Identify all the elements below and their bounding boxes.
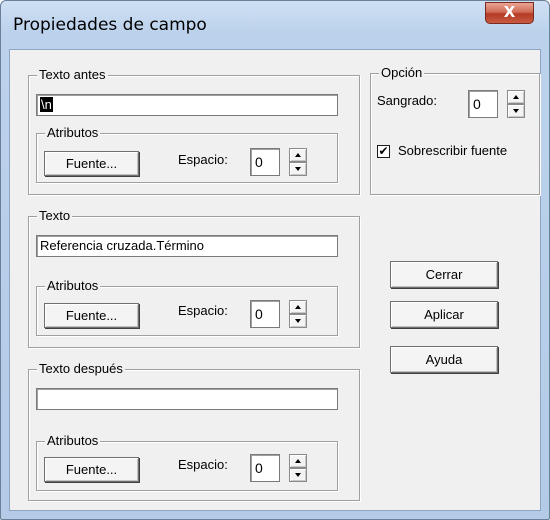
texto-despues-spacing-label: Espacio: [178,457,228,472]
group-opcion-legend: Opción [379,65,425,81]
texto-spacing-field[interactable]: 0 [250,300,280,328]
spin-up-button[interactable] [507,90,525,104]
texto-despues-spacing-field[interactable]: 0 [250,454,280,482]
texto-spacing-label: Espacio: [178,303,228,318]
texto-despues-spacing-spinner[interactable] [289,454,307,482]
group-texto-antes: Texto antes \n Atributos Fuente... Espac… [28,67,360,195]
spin-up-button[interactable] [289,300,307,314]
overwrite-font-label[interactable]: Sobrescribir fuente [398,143,507,158]
texto-antes-spacing-label: Espacio: [178,152,228,167]
cerrar-button[interactable]: Cerrar [390,261,498,288]
spin-up-button[interactable] [289,454,307,468]
spin-up-icon [295,153,301,157]
group-texto-antes-atributos: Atributos Fuente... Espacio: 0 [36,125,338,183]
spin-down-icon [295,319,301,323]
ayuda-button[interactable]: Ayuda [390,346,498,373]
window-title: Propiedades de campo [13,15,207,35]
aplicar-button[interactable]: Aplicar [390,301,498,328]
texto-spacing-spinner[interactable] [289,300,307,328]
texto-despues-input[interactable] [36,388,338,410]
group-texto-legend: Texto [37,208,73,224]
close-button[interactable]: X [485,2,534,24]
indent-spinner[interactable] [507,90,525,118]
checkmark-icon: ✔ [378,144,389,158]
spin-up-icon [513,95,519,99]
texto-antes-spacing-field[interactable]: 0 [250,148,280,176]
texto-font-button[interactable]: Fuente... [44,303,139,328]
group-opcion: Opción Sangrado: 0 ✔ Sobrescribir fuente [370,65,540,195]
indent-field[interactable]: 0 [468,90,498,118]
group-texto-atributos: Atributos Fuente... Espacio: 0 [36,278,338,336]
group-texto-despues-atributos: Atributos Fuente... Espacio: 0 [36,433,338,491]
texto-antes-font-button[interactable]: Fuente... [44,151,139,176]
atributos-legend: Atributos [45,125,101,141]
spin-up-icon [295,305,301,309]
texto-antes-spacing-spinner[interactable] [289,148,307,176]
texto-antes-input[interactable]: \n [36,94,338,116]
spin-down-icon [295,167,301,171]
group-texto-despues-legend: Texto después [37,361,125,377]
spin-down-button[interactable] [289,314,307,328]
title-bar[interactable]: Propiedades de campo X [1,1,549,49]
spin-down-icon [295,473,301,477]
spin-down-button[interactable] [289,468,307,482]
atributos-legend: Atributos [45,278,101,294]
overwrite-font-checkbox[interactable]: ✔ [377,145,390,158]
group-texto-antes-legend: Texto antes [37,67,108,83]
dialog-window: Propiedades de campo X Texto antes \n At… [0,0,550,520]
group-texto: Texto Referencia cruzada.Término Atribut… [28,208,360,348]
group-texto-despues: Texto después Atributos Fuente... Espaci… [28,361,360,501]
indent-label: Sangrado: [377,93,437,108]
spin-up-button[interactable] [289,148,307,162]
spin-down-icon [513,109,519,113]
texto-despues-font-button[interactable]: Fuente... [44,457,139,482]
texto-antes-value: \n [40,97,53,112]
close-icon: X [503,3,516,21]
texto-input[interactable]: Referencia cruzada.Término [36,235,338,257]
spin-down-button[interactable] [289,162,307,176]
spin-up-icon [295,459,301,463]
spin-down-button[interactable] [507,104,525,118]
dialog-client-area: Texto antes \n Atributos Fuente... Espac… [9,49,541,511]
atributos-legend: Atributos [45,433,101,449]
